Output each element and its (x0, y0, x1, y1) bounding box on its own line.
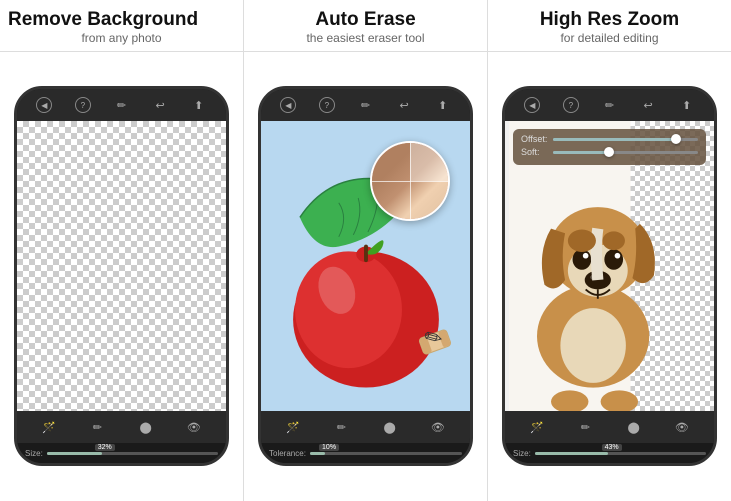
zoom-circle (370, 141, 450, 221)
tolerance-track-2[interactable]: 10% (310, 452, 462, 455)
size-track-1[interactable]: 32% (47, 452, 218, 455)
panel-3-subtitle: for detailed editing (496, 31, 723, 45)
panel-2-phone-column: ◀ ? ✏ ↩ ⬆ (244, 52, 488, 501)
panel-2-subtitle: the easiest eraser tool (252, 31, 479, 45)
phone-3-screen: Offset: Soft: (505, 121, 714, 411)
offset-slider-row: Offset: (521, 134, 698, 144)
phone-3-bottom-toolbar: 🪄 ✏ ⬤ 👁 (505, 411, 714, 443)
phone-3-size-bar: Size: 43% (505, 443, 714, 463)
wand-icon-3[interactable]: 🪄 (529, 419, 545, 435)
undo-icon-2[interactable]: ↩ (396, 97, 412, 113)
eraser-icon-1[interactable]: ✏ (113, 97, 129, 113)
app-wrapper: Remove Background from any photo Auto Er… (0, 0, 731, 501)
soft-track[interactable] (553, 151, 698, 154)
pencil2-icon-2[interactable]: ✏ (333, 419, 349, 435)
offset-label: Offset: (521, 134, 549, 144)
phone-2-screen: ✏ (261, 121, 470, 411)
lasso-icon-3[interactable]: ⬤ (626, 419, 642, 435)
eraser-icon-2[interactable]: ✏ (357, 97, 373, 113)
panel-1-subtitle: from any photo (8, 31, 235, 45)
phone-1-top-toolbar: ◀ ? ✏ ↩ ⬆ (17, 89, 226, 121)
help-icon-2[interactable]: ? (319, 97, 335, 113)
phone-2-top-toolbar: ◀ ? ✏ ↩ ⬆ (261, 89, 470, 121)
checker-bg-1 (17, 121, 226, 411)
panel-2-title: Auto Erase (252, 10, 479, 31)
pencil2-icon-3[interactable]: ✏ (577, 419, 593, 435)
phone-1-size-bar: Size: 32% (17, 443, 226, 463)
phones-row: ◀ ? ✏ ↩ ⬆ (0, 52, 731, 501)
size-label-3: Size: (513, 449, 531, 458)
phone-1-bottom-toolbar: 🪄 ✏ ⬤ 👁 (17, 411, 226, 443)
wand-icon-2[interactable]: 🪄 (285, 419, 301, 435)
help-icon-1[interactable]: ? (75, 97, 91, 113)
panel-3-title: High Res Zoom (496, 10, 723, 31)
eye-icon-2[interactable]: 👁 (430, 419, 446, 435)
panel-3-title-cell: High Res Zoom for detailed editing (488, 0, 731, 51)
share-icon-1[interactable]: ⬆ (191, 97, 207, 113)
soft-thumb[interactable] (604, 147, 614, 157)
offset-fill (553, 138, 676, 141)
lasso-icon-2[interactable]: ⬤ (382, 419, 398, 435)
phone-2: ◀ ? ✏ ↩ ⬆ (258, 86, 473, 466)
tolerance-value-2: 10% (319, 444, 339, 451)
undo-icon-3[interactable]: ↩ (640, 97, 656, 113)
offset-track[interactable] (553, 138, 698, 141)
size-value-3: 43% (602, 444, 622, 451)
back-icon-2[interactable]: ◀ (280, 97, 296, 113)
tolerance-label-2: Tolerance: (269, 449, 306, 458)
size-track-3[interactable]: 43% (535, 452, 706, 455)
panel-1-title-cell: Remove Background from any photo (0, 0, 244, 51)
pencil2-icon-1[interactable]: ✏ (89, 419, 105, 435)
size-value-1: 32% (95, 444, 115, 451)
phone-3: ◀ ? ✏ ↩ ⬆ (502, 86, 717, 466)
phone-2-size-bar: Tolerance: 10% (261, 443, 470, 463)
soft-slider-row: Soft: (521, 147, 698, 157)
undo-icon-1[interactable]: ↩ (152, 97, 168, 113)
wand-icon-1[interactable]: 🪄 (41, 419, 57, 435)
back-icon-3[interactable]: ◀ (524, 97, 540, 113)
eraser-icon-3[interactable]: ✏ (601, 97, 617, 113)
phone-1-screen (17, 121, 226, 411)
panel-3-phone-column: ◀ ? ✏ ↩ ⬆ (488, 52, 731, 501)
eye-icon-3[interactable]: 👁 (674, 419, 690, 435)
eye-icon-1[interactable]: 👁 (186, 419, 202, 435)
size-label-1: Size: (25, 449, 43, 458)
lasso-icon-1[interactable]: ⬤ (138, 419, 154, 435)
zoom-circle-inner (372, 143, 448, 219)
panel-1-title: Remove Background (8, 10, 235, 31)
soft-label: Soft: (521, 147, 549, 157)
phone-2-bottom-toolbar: 🪄 ✏ ⬤ 👁 (261, 411, 470, 443)
phone-3-top-toolbar: ◀ ? ✏ ↩ ⬆ (505, 89, 714, 121)
share-icon-3[interactable]: ⬆ (679, 97, 695, 113)
soft-fill (553, 151, 611, 154)
panel-2-title-cell: Auto Erase the easiest eraser tool (244, 0, 488, 51)
phone-1: ◀ ? ✏ ↩ ⬆ (14, 86, 229, 466)
offset-thumb[interactable] (671, 134, 681, 144)
share-icon-2[interactable]: ⬆ (435, 97, 451, 113)
panel-1-phone-column: ◀ ? ✏ ↩ ⬆ (0, 52, 244, 501)
back-icon-1[interactable]: ◀ (36, 97, 52, 113)
help-icon-3[interactable]: ? (563, 97, 579, 113)
slider-overlay: Offset: Soft: (513, 129, 706, 165)
titles-row: Remove Background from any photo Auto Er… (0, 0, 731, 52)
